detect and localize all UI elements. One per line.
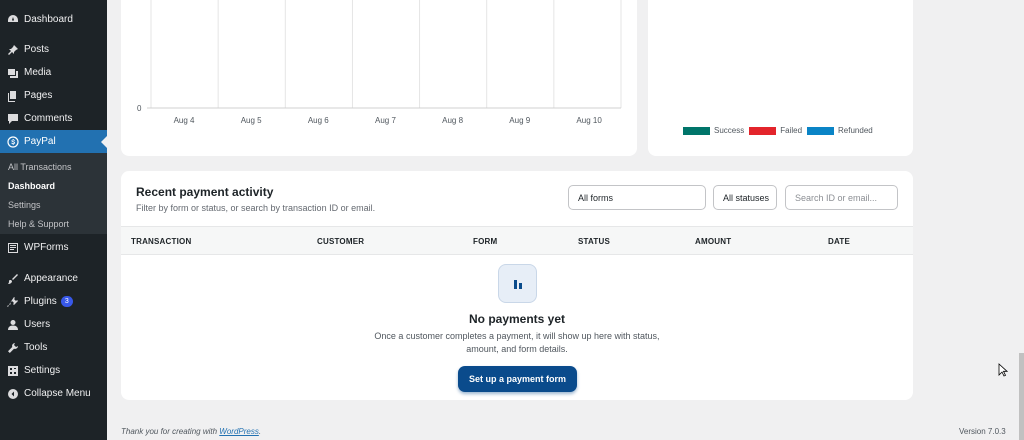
sidebar-item-label: PayPal [24,136,56,147]
section-subtitle: Filter by form or status, or search by t… [136,203,376,213]
sidebar-item-wpforms[interactable]: WPForms [0,236,107,259]
plugin-icon [6,295,20,309]
sidebar-item-label: WPForms [24,242,69,253]
sidebar-item-media[interactable]: Media [0,61,107,84]
submenu-settings[interactable]: Settings [8,200,41,210]
chart-y-tick-label: 0 [137,104,142,113]
sidebar-item-posts[interactable]: Posts [0,38,107,61]
column-date[interactable]: DATE [828,237,850,246]
column-transaction[interactable]: TRANSACTION [131,237,191,246]
sidebar-item-label: Media [24,67,52,78]
section-title: Recent payment activity [136,185,274,199]
chart-x-tick-label: Aug 5 [240,116,262,125]
sidebar-item-settings[interactable]: Settings [0,359,107,382]
legend-failed[interactable]: Failed [749,126,802,135]
column-status[interactable]: STATUS [578,237,610,246]
sidebar-item-plugins[interactable]: Plugins 3 [0,290,107,313]
legend-swatch [683,126,710,135]
collapse-menu-button[interactable]: Collapse Menu [0,382,107,405]
empty-state-title: No payments yet [468,312,566,326]
legend-label: Refunded [838,126,873,135]
pages-icon [6,89,20,103]
footer-thanks-text: Thank you for creating with [121,427,220,436]
empty-state-description: Once a customer completes a payment, it … [374,331,660,354]
sidebar-item-appearance[interactable]: Appearance [0,267,107,290]
empty-state-chart-icon [498,264,537,303]
payments-chart [147,0,622,109]
chart-x-tick-label: Aug 4 [173,116,195,125]
column-customer[interactable]: CUSTOMER [317,237,364,246]
plugins-update-badge: 3 [60,296,73,307]
chart-x-tick-label: Aug 7 [375,116,396,125]
pin-icon [6,43,20,57]
chart-x-tick-label: Aug 10 [576,116,602,125]
setup-payment-form-button[interactable]: Set up a payment form [458,366,577,392]
collapse-icon [6,387,20,401]
legend-swatch [749,126,777,135]
sidebar-item-tools[interactable]: Tools [0,336,107,359]
wrench-icon [6,341,20,355]
sidebar-item-label: Pages [24,90,53,101]
sidebar-item-label: Comments [24,113,73,124]
sidebar-item-pages[interactable]: Pages [0,84,107,107]
sidebar-item-label: Posts [24,44,50,55]
chart-legend: Success Failed Refunded [683,126,878,135]
legend-label: Success [714,126,745,135]
sidebar-item-users[interactable]: Users [0,313,107,336]
admin-sidebar: All Transactions Dashboard Settings Help… [0,0,107,440]
chart-x-tick-label: Aug 9 [509,116,531,125]
page-scrollbar[interactable] [1019,353,1024,440]
search-input[interactable]: Search ID or email... [785,185,898,210]
wordpress-link[interactable]: WordPress [219,427,259,436]
chart-x-tick-label: Aug 8 [442,116,464,125]
footer-period: . [258,427,262,436]
dashboard-icon [6,13,20,27]
recent-payment-activity-card: Recent payment activity Filter by form o… [121,171,913,400]
status-filter-select[interactable]: All statuses [713,185,777,210]
footer-thanks: Thank you for creating with WordPress. [121,427,261,436]
legend-success[interactable]: Success [683,126,744,135]
submenu-all-transactions[interactable]: All Transactions [8,162,72,172]
submenu-help-support[interactable]: Help & Support [8,219,69,229]
sidebar-item-label: Appearance [24,273,78,284]
chart-x-tick-label: Aug 6 [307,116,329,125]
forms-icon [6,241,20,255]
mouse-cursor-icon [998,363,1008,377]
legend-refunded[interactable]: Refunded [807,126,873,135]
column-form[interactable]: FORM [473,237,497,246]
media-icon [6,66,20,80]
submenu-dashboard[interactable]: Dashboard [8,181,55,191]
sidebar-item-label: Dashboard [24,14,73,25]
table-header: TRANSACTION CUSTOMER FORM STATUS AMOUNT … [121,226,913,255]
legend-swatch [807,126,835,135]
sidebar-item-paypal[interactable]: PayPal [0,130,107,153]
comment-icon [6,112,20,126]
legend-label: Failed [780,126,803,135]
sidebar-item-label: Users [24,319,51,330]
user-icon [6,318,20,332]
settings-icon [6,364,20,378]
paypal-submenu: All Transactions Dashboard Settings Help… [0,153,107,234]
sidebar-item-label: Settings [24,365,61,376]
sidebar-item-label: Plugins [24,296,57,307]
dollar-icon [6,135,20,149]
brush-icon [6,272,20,286]
sidebar-item-comments[interactable]: Comments [0,107,107,130]
footer-version: Version 7.0.3 [959,427,1006,436]
sidebar-item-dashboard[interactable]: Dashboard [0,8,107,31]
column-amount[interactable]: AMOUNT [695,237,731,246]
forms-filter-select[interactable]: All forms [568,185,706,210]
sidebar-item-label: Tools [24,342,48,353]
sidebar-item-label: Collapse Menu [24,388,91,399]
